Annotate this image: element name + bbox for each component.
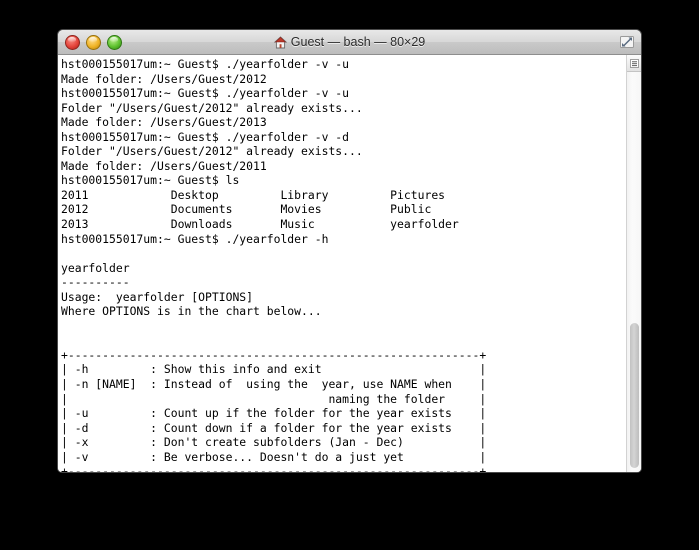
terminal-scrollbar[interactable] [626,55,641,472]
close-button[interactable] [65,35,80,50]
zoom-button[interactable] [107,35,122,50]
list-menu-icon [629,58,639,68]
scrollbar-menu-button[interactable] [627,55,641,72]
minimize-button[interactable] [86,35,101,50]
fullscreen-button[interactable] [619,34,635,50]
terminal-output: hst000155017um:~ Guest$ ./yearfolder -v … [61,57,487,473]
terminal-window[interactable]: Guest — bash — 80×29 hst000155017um:~ Gu… [57,29,642,473]
window-title-bar[interactable]: Guest — bash — 80×29 [58,30,641,55]
window-controls [65,35,122,50]
scrollbar-thumb[interactable] [630,323,639,468]
terminal-screen[interactable]: hst000155017um:~ Guest$ ./yearfolder -v … [58,55,641,473]
window-title-text: Guest — bash — 80×29 [290,35,426,49]
window-title: Guest — bash — 80×29 [58,35,641,49]
house-icon [273,35,287,48]
